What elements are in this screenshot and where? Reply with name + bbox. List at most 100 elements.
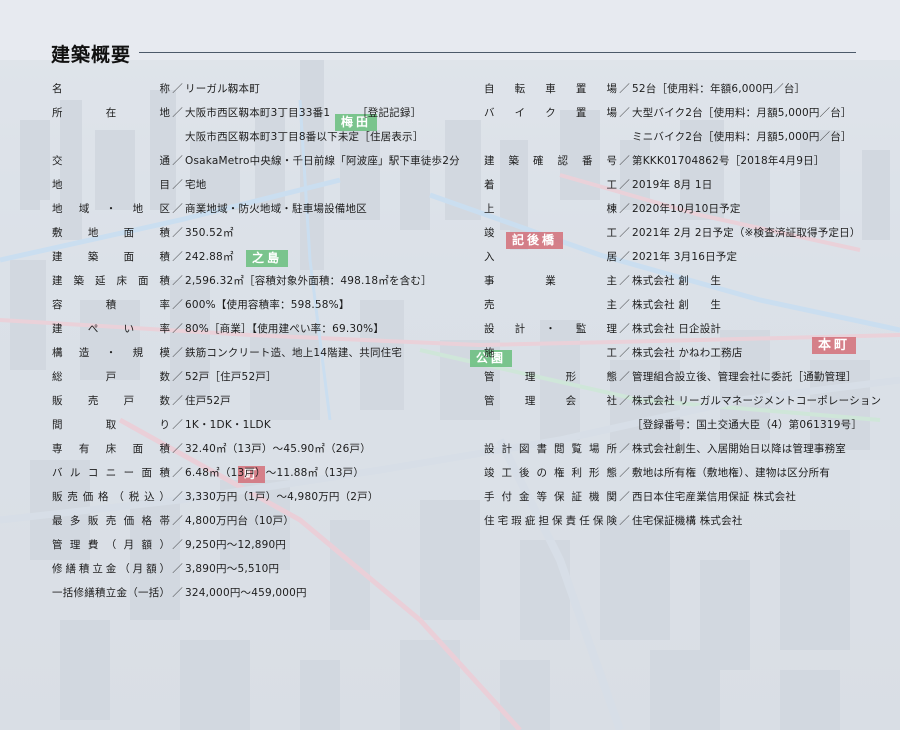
spec-label-char: バ [484, 107, 495, 119]
spec-label-char: 通 [159, 155, 171, 167]
spec-label-char: 多 [69, 515, 81, 527]
spec-label: 間取り [52, 418, 170, 432]
spec-label-char: 込 [144, 491, 155, 503]
spec-separator: ／ [172, 563, 183, 575]
spec-label-char: 帯 [159, 515, 170, 527]
spec-value: 株式会社 かねわ工務店 [632, 347, 743, 359]
spec-separator: ／ [172, 179, 183, 191]
spec-label-char: 築 [73, 275, 85, 287]
spec-value: 600%【使用容積率：598.58%】 [185, 299, 350, 311]
spec-separator: ／ [172, 515, 183, 527]
spec-row: 名称／リーガル靱本町 [52, 82, 260, 96]
spec-label: 着工 [484, 178, 617, 192]
spec-label: 管理形態 [484, 370, 617, 384]
spec-label-char: 建 [484, 155, 495, 167]
spec-row: 交通／ OsakaMetro中央線・千日前線「阿波座」駅下車徒歩2分 [52, 154, 460, 168]
spec-label-char: 交 [52, 155, 63, 167]
spec-label-char: ） [159, 539, 170, 551]
spec-value: 3,890円～5,510円 [185, 563, 280, 575]
spec-label-char: 利 [571, 467, 583, 479]
spec-label: 交通 [52, 154, 170, 168]
spec-separator: ／ [172, 203, 183, 215]
spec-separator: ／ [619, 467, 630, 479]
spec-label-char: 数 [159, 371, 171, 383]
spec-label-char: 態 [606, 467, 618, 479]
spec-label-char: 積 [159, 443, 171, 455]
spec-label-char: 施 [484, 347, 495, 359]
spec-label-char: 理 [606, 323, 618, 335]
spec-label-char: 号 [606, 155, 618, 167]
spec-label-char: 自 [484, 83, 495, 95]
spec-separator: ／ [619, 515, 630, 527]
spec-row: 管 理 形 態／管理組合設立後、管理会社に委託［通勤管理］ [484, 370, 857, 384]
spec-value: 2020年10月10日予定 [632, 203, 741, 215]
spec-separator: ／ [172, 539, 183, 551]
spec-row: 設計図書閲覧場所／株式会社創生、入居開始日以降は管理事務室 [484, 442, 846, 456]
spec-value: リーガル靱本町 [185, 83, 260, 95]
spec-value: 242.88㎡ [185, 251, 234, 263]
spec-label-char: 立 [92, 563, 103, 575]
spec-label-char: 業 [545, 275, 556, 287]
spec-value: 2021年 2月 2日予定（※検査済証取得予定日） [632, 227, 861, 239]
spec-separator: ／ [172, 395, 183, 407]
spec-label-char: 積 [78, 563, 90, 575]
spec-label-char: 敷 [52, 227, 63, 239]
spec-label-char: 竣 [484, 467, 495, 479]
spec-separator: ／ [172, 443, 183, 455]
spec-label-char: 積 [95, 587, 106, 599]
spec-value: 2,596.32㎡［容積対象外面積：498.18㎡を含む］ [185, 275, 432, 287]
spec-label-char: 総 [52, 371, 63, 383]
spec-label-char: 価 [82, 491, 94, 503]
spec-label-char: ） [159, 587, 171, 599]
spec-label-char: 格 [98, 491, 109, 503]
spec-label-char: 月 [123, 539, 135, 551]
spec-label-char: 率 [159, 299, 171, 311]
spec-label-char: 会 [565, 395, 577, 407]
spec-label: 販売価格 （ 税込 ） [52, 490, 170, 504]
spec-label-char: 形 [565, 371, 577, 383]
spec-label-char: 積 [159, 227, 170, 239]
spec-row: 管理費 （ 月額 ）／ 9,250円～12,890円 [52, 538, 286, 552]
spec-row: 総 戸 数／ 52戸［住戸52戸］ [52, 370, 277, 384]
spec-label-char: （ [127, 587, 138, 599]
spec-value: 鉄筋コンクリート造、地上14階建、共同住宅 [185, 347, 403, 359]
spec-label-char: 工 [606, 179, 618, 191]
spec-row: 修繕積立金（月額）／ 3,890円～5,510円 [52, 562, 279, 576]
spec-label-char: 計 [501, 443, 513, 455]
spec-separator: ／ [172, 371, 183, 383]
spec-value: 株式会社 創 生 [632, 299, 722, 311]
spec-label: 名称 [52, 82, 170, 96]
spec-label-char: 管 [484, 395, 495, 407]
spec-value: 大型バイク2台［使用料：月額5,000円／台］ [632, 107, 852, 119]
spec-row: 上棟／ 2020年10月10日予定 [484, 202, 741, 216]
spec-separator: ／ [619, 83, 630, 95]
spec-label-char: 険 [606, 515, 617, 527]
spec-row: 設 計 ・ 監 理／株式会社 日企設計 [484, 322, 721, 336]
spec-row: 施工／株式会社 かねわ工務店 [484, 346, 743, 360]
spec-label: 施工 [484, 346, 617, 360]
spec-label-char: 名 [52, 83, 63, 95]
spec-value: 9,250円～12,890円 [185, 539, 287, 551]
spec-label-char: 税 [128, 491, 140, 503]
spec-value: 4,800万円台（10戸） [185, 515, 295, 527]
spec-label-char: 場 [606, 83, 618, 95]
spec-label-char: 形 [589, 467, 600, 479]
spec-value: 2021年 3月16日予定 [632, 251, 738, 263]
spec-label: 住宅瑕疵担保責任保険 [484, 514, 617, 528]
spec-label-char: 金 [105, 563, 117, 575]
spec-label: 専有床面積 [52, 442, 170, 456]
spec-label-char: り [159, 419, 171, 431]
spec-label-char: 管 [484, 371, 495, 383]
spec-label-char: 建 [52, 251, 63, 263]
spec-label-char: 地 [52, 203, 63, 215]
spec-value: 住戸52戸 [185, 395, 231, 407]
spec-row: 販 売 戸 数／住戸52戸 [52, 394, 231, 408]
spec-label-char: 称 [159, 83, 171, 95]
spec-row: 建 築 確 認 番 号／第KKK01704862号［2018年4月9日］ [484, 154, 824, 168]
spec-label: 事業主 [484, 274, 617, 288]
spec-row: 入居／ 2021年 3月16日予定 [484, 250, 737, 264]
spec-label-char: 置 [575, 107, 587, 119]
spec-value: 株式会社 創 生 [632, 275, 722, 287]
spec-label-char: ・ [545, 323, 556, 335]
spec-row: 住宅瑕疵担保責任保険／住宅保証機構 株式会社 [484, 514, 743, 528]
